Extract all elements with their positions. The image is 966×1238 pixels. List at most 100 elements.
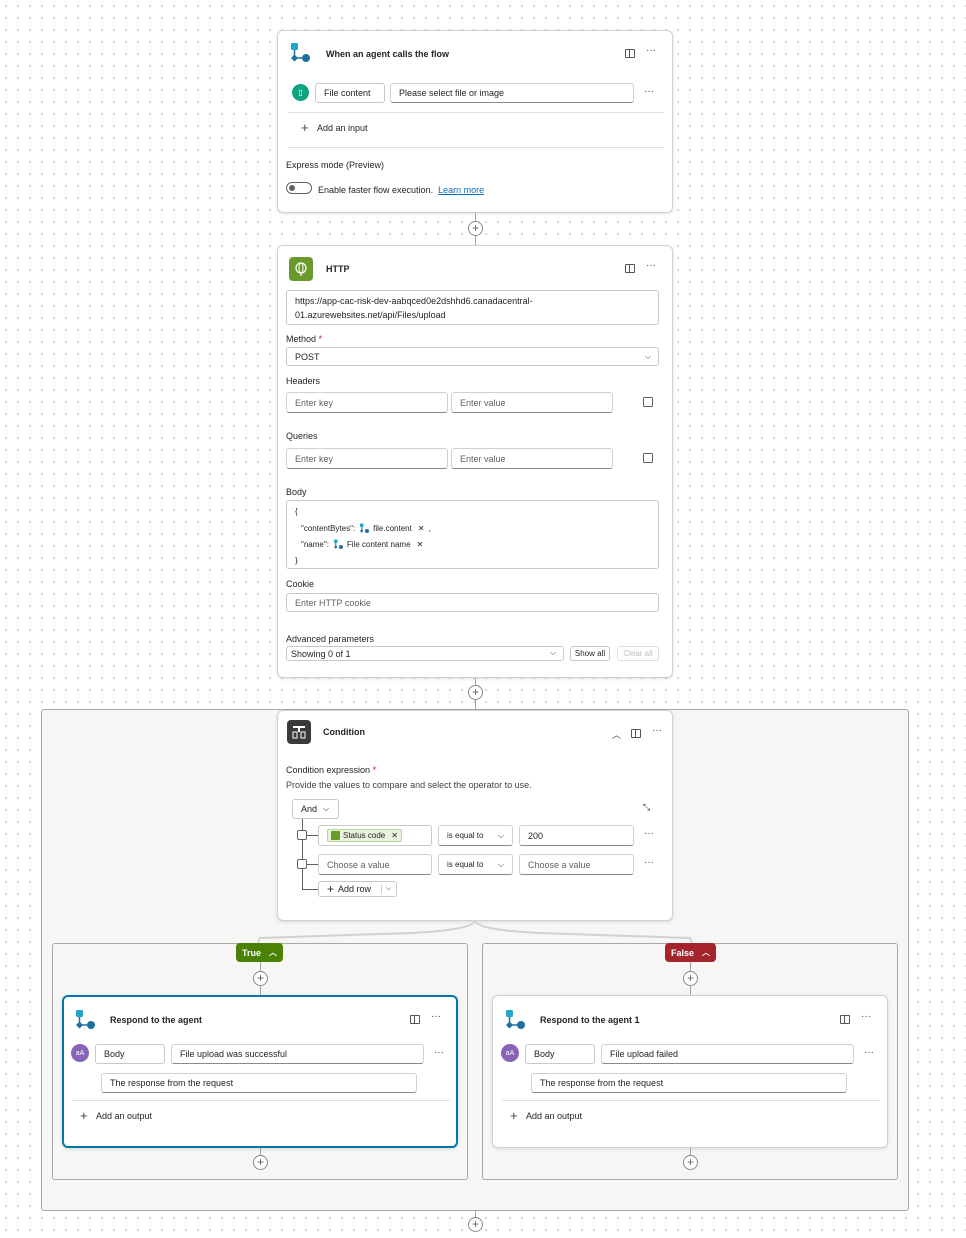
respond-title: Respond to the agent (110, 1015, 202, 1025)
row-more-icon[interactable]: ··· (644, 858, 654, 868)
more-options-icon[interactable]: ··· (646, 46, 656, 56)
panel-icon[interactable] (625, 49, 635, 58)
condition-card[interactable]: Condition ︿ ··· Condition expression * P… (277, 710, 673, 921)
insert-step-button[interactable]: + (683, 971, 698, 986)
output-description-field[interactable]: The response from the request (101, 1073, 417, 1093)
condition-right-value[interactable]: 200 (519, 825, 634, 846)
file-icon: ▯ (292, 84, 309, 101)
delete-icon[interactable] (643, 453, 653, 463)
trigger-card[interactable]: When an agent calls the flow ··· ▯ File … (277, 30, 673, 213)
header-key-input[interactable]: Enter key (286, 392, 448, 413)
add-input-button[interactable]: Add an input (317, 123, 368, 133)
operator-dropdown[interactable]: is equal to ⌵ (438, 854, 513, 875)
condition-left-value[interactable]: Choose a value (318, 854, 432, 875)
group-operator-dropdown[interactable]: And ⌵ (292, 799, 339, 819)
input-value-field[interactable]: Please select file or image (390, 83, 634, 103)
output-name-field[interactable]: Body (525, 1044, 595, 1064)
panel-icon[interactable] (410, 1015, 420, 1024)
agent-flow-icon (360, 523, 370, 533)
agent-flow-icon (506, 1010, 525, 1029)
show-all-button[interactable]: Show all (570, 646, 610, 661)
more-options-icon[interactable]: ··· (652, 726, 662, 736)
input-more-icon[interactable]: ··· (644, 87, 654, 97)
output-more-icon[interactable]: ··· (434, 1048, 444, 1058)
true-branch-tag[interactable]: True ︿ (236, 943, 284, 962)
output-value-field[interactable]: File upload failed (601, 1044, 854, 1064)
row-checkbox[interactable] (297, 830, 307, 840)
express-mode-label: Express mode (Preview) (286, 160, 385, 170)
insert-step-button[interactable]: + (253, 1155, 268, 1170)
respond-agent-1-card[interactable]: Respond to the agent 1 ··· aA Body File … (492, 995, 888, 1148)
add-input-plus-icon[interactable]: + (301, 120, 309, 135)
input-name-field[interactable]: File content (315, 83, 385, 103)
row-checkbox[interactable] (297, 859, 307, 869)
delete-icon[interactable] (643, 397, 653, 407)
trigger-title: When an agent calls the flow (326, 49, 450, 59)
chevron-down-icon: ⌵ (497, 859, 504, 869)
plus-icon: + (327, 882, 335, 896)
add-output-plus-icon[interactable]: + (80, 1108, 88, 1123)
more-options-icon[interactable]: ··· (646, 261, 656, 271)
express-mode-toggle[interactable] (286, 182, 312, 194)
output-description-field[interactable]: The response from the request (531, 1073, 847, 1093)
clear-all-button[interactable]: Clear all (617, 646, 659, 661)
false-branch-tag[interactable]: False ︿ (665, 943, 717, 962)
advanced-parameters-label: Advanced parameters (286, 634, 375, 644)
condition-help-text: Provide the values to compare and select… (286, 780, 532, 790)
http-globe-icon (289, 257, 313, 281)
chevron-down-icon: ⌵ (381, 885, 391, 893)
learn-more-link[interactable]: Learn more (438, 185, 484, 195)
chevron-down-icon: ⌵ (497, 830, 504, 840)
file-content-name-token[interactable]: File content name ✕ (333, 539, 423, 550)
text-type-icon: aA (501, 1044, 519, 1062)
query-value-input[interactable]: Enter value (451, 448, 613, 469)
uri-field[interactable]: https://app-cac-risk-dev-aabqced0e2dshhd… (286, 290, 659, 325)
queries-label: Queries (286, 431, 318, 441)
output-more-icon[interactable]: ··· (864, 1048, 874, 1058)
file-content-token[interactable]: file.content ✕ (359, 523, 425, 534)
chevron-up-icon: ︿ (702, 948, 711, 957)
collapse-icon[interactable]: ⤡ (643, 802, 650, 813)
condition-right-value[interactable]: Choose a value (519, 854, 634, 875)
condition-expression-label: Condition expression * (286, 765, 377, 775)
remove-token-icon[interactable]: ✕ (418, 524, 425, 533)
panel-icon[interactable] (631, 729, 641, 738)
condition-left-value[interactable]: Status code ✕ (318, 825, 432, 846)
method-dropdown[interactable]: POST (286, 347, 659, 366)
http-card[interactable]: HTTP ··· https://app-cac-risk-dev-aabqce… (277, 245, 673, 678)
headers-label: Headers (286, 376, 321, 386)
header-value-input[interactable]: Enter value (451, 392, 613, 413)
advanced-parameters-dropdown[interactable]: Showing 0 of 1 (286, 646, 564, 661)
output-value-field[interactable]: File upload was successful (171, 1044, 424, 1064)
more-options-icon[interactable]: ··· (861, 1012, 871, 1022)
row-more-icon[interactable]: ··· (644, 829, 654, 839)
method-label: Method * (286, 334, 323, 344)
add-output-button[interactable]: Add an output (526, 1111, 582, 1121)
insert-step-button[interactable]: + (683, 1155, 698, 1170)
insert-step-button[interactable]: + (468, 221, 483, 236)
panel-icon[interactable] (625, 264, 635, 273)
panel-icon[interactable] (840, 1015, 850, 1024)
cookie-input[interactable]: Enter HTTP cookie (286, 593, 659, 612)
add-output-plus-icon[interactable]: + (510, 1108, 518, 1123)
operator-dropdown[interactable]: is equal to ⌵ (438, 825, 513, 846)
condition-title: Condition (323, 727, 365, 737)
remove-token-icon[interactable]: ✕ (417, 540, 424, 549)
insert-step-button[interactable]: + (253, 971, 268, 986)
respond-agent-card[interactable]: Respond to the agent ··· aA Body File up… (62, 995, 458, 1148)
chevron-up-icon[interactable]: ︿ (612, 728, 621, 741)
more-options-icon[interactable]: ··· (431, 1012, 441, 1022)
remove-token-icon[interactable]: ✕ (391, 831, 398, 840)
respond-title: Respond to the agent 1 (540, 1015, 640, 1025)
status-code-token[interactable]: Status code ✕ (327, 829, 402, 842)
chevron-down-icon: ⌵ (645, 352, 652, 361)
agent-flow-icon (76, 1010, 95, 1029)
body-editor[interactable]: { "contentBytes": file.content ✕ , "name… (286, 500, 659, 569)
insert-step-button[interactable]: + (468, 1217, 483, 1232)
output-name-field[interactable]: Body (95, 1044, 165, 1064)
add-output-button[interactable]: Add an output (96, 1111, 152, 1121)
condition-icon (287, 720, 311, 744)
add-row-button[interactable]: + Add row ⌵ (318, 881, 397, 897)
insert-step-button[interactable]: + (468, 685, 483, 700)
query-key-input[interactable]: Enter key (286, 448, 448, 469)
